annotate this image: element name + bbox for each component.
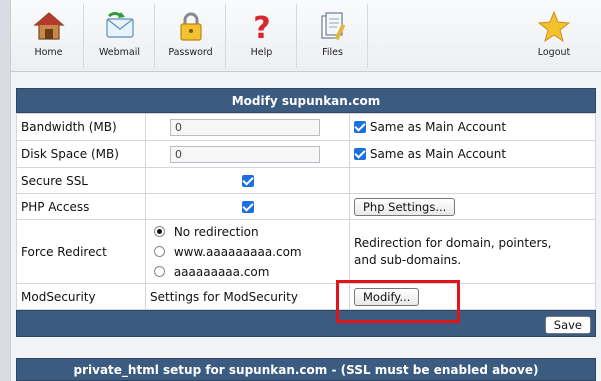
redirect-option[interactable]: www.aaaaaaaaa.com: [154, 242, 345, 262]
page: Home Webmail Password ? Help Files Logou…: [10, 0, 601, 381]
highlight-box: [336, 280, 460, 323]
webmail-icon: [105, 12, 134, 38]
password-label: Password: [168, 47, 213, 58]
bandwidth-same-label: Same as Main Account: [369, 120, 507, 134]
table-row: PHP Access Php Settings...: [16, 193, 596, 220]
bandwidth-input[interactable]: [170, 118, 320, 136]
help-button[interactable]: ? Help: [227, 4, 297, 68]
disk-same-label: Same as Main Account: [369, 147, 507, 161]
disk-label: Disk Space (MB): [16, 140, 146, 168]
lock-icon: [179, 12, 202, 41]
table-row: ModSecurity Settings for ModSecurity Mod…: [16, 283, 596, 310]
webmail-button[interactable]: Webmail: [85, 4, 155, 68]
disk-same-checkbox[interactable]: [354, 148, 366, 160]
bandwidth-label: Bandwidth (MB): [16, 113, 146, 141]
files-button[interactable]: Files: [298, 4, 368, 68]
disk-input[interactable]: [170, 145, 320, 163]
redirect-option[interactable]: aaaaaaaaa.com: [154, 262, 345, 282]
home-icon: [32, 12, 65, 40]
radio-button[interactable]: [154, 265, 165, 277]
save-button[interactable]: Save: [544, 316, 591, 334]
private-html-panel-title: private_html setup for supunkan.com - (S…: [16, 358, 596, 381]
files-label: Files: [322, 47, 343, 58]
redirect-label: Force Redirect: [16, 219, 146, 284]
home-button[interactable]: Home: [14, 4, 84, 68]
php-checkbox[interactable]: [241, 200, 254, 213]
ssl-label: Secure SSL: [16, 167, 146, 194]
table-row: Force Redirect No redirection www.aaaaaa…: [16, 219, 596, 284]
password-button[interactable]: Password: [156, 4, 226, 68]
modify-domain-panel: Modify supunkan.com Bandwidth (MB) Same …: [16, 88, 596, 337]
php-settings-button[interactable]: Php Settings...: [354, 197, 456, 216]
redirect-option[interactable]: No redirection: [154, 222, 345, 242]
settings-table: Bandwidth (MB) Same as Main Account Disk…: [16, 113, 596, 310]
radio-button[interactable]: [154, 225, 165, 237]
php-label: PHP Access: [16, 193, 146, 220]
webmail-label: Webmail: [98, 47, 141, 58]
table-row: Bandwidth (MB) Same as Main Account: [16, 113, 596, 141]
redirect-note: Redirection for domain, pointers, and su…: [354, 235, 552, 267]
logout-button[interactable]: Logout: [516, 4, 592, 68]
radio-button[interactable]: [154, 245, 165, 257]
bandwidth-same-checkbox[interactable]: [354, 121, 366, 133]
toolbar: Home Webmail Password ? Help Files Logou…: [11, 0, 601, 72]
table-row: Secure SSL: [16, 167, 596, 194]
files-icon: [320, 12, 345, 41]
redirect-options: No redirection www.aaaaaaaaa.com aaaaaaa…: [145, 219, 350, 284]
table-row: Disk Space (MB) Same as Main Account: [16, 140, 596, 168]
home-label: Home: [34, 47, 63, 58]
logout-star-icon: [537, 10, 571, 43]
panel-title: Modify supunkan.com: [16, 88, 596, 113]
help-icon: ?: [253, 11, 270, 44]
modsecurity-label: ModSecurity: [16, 283, 146, 310]
ssl-checkbox[interactable]: [241, 174, 254, 187]
help-label: Help: [250, 47, 273, 58]
panel-footer: Save: [16, 310, 596, 337]
svg-text:?: ?: [253, 11, 270, 44]
logout-label: Logout: [537, 47, 571, 58]
modsecurity-description: Settings for ModSecurity: [145, 283, 350, 310]
